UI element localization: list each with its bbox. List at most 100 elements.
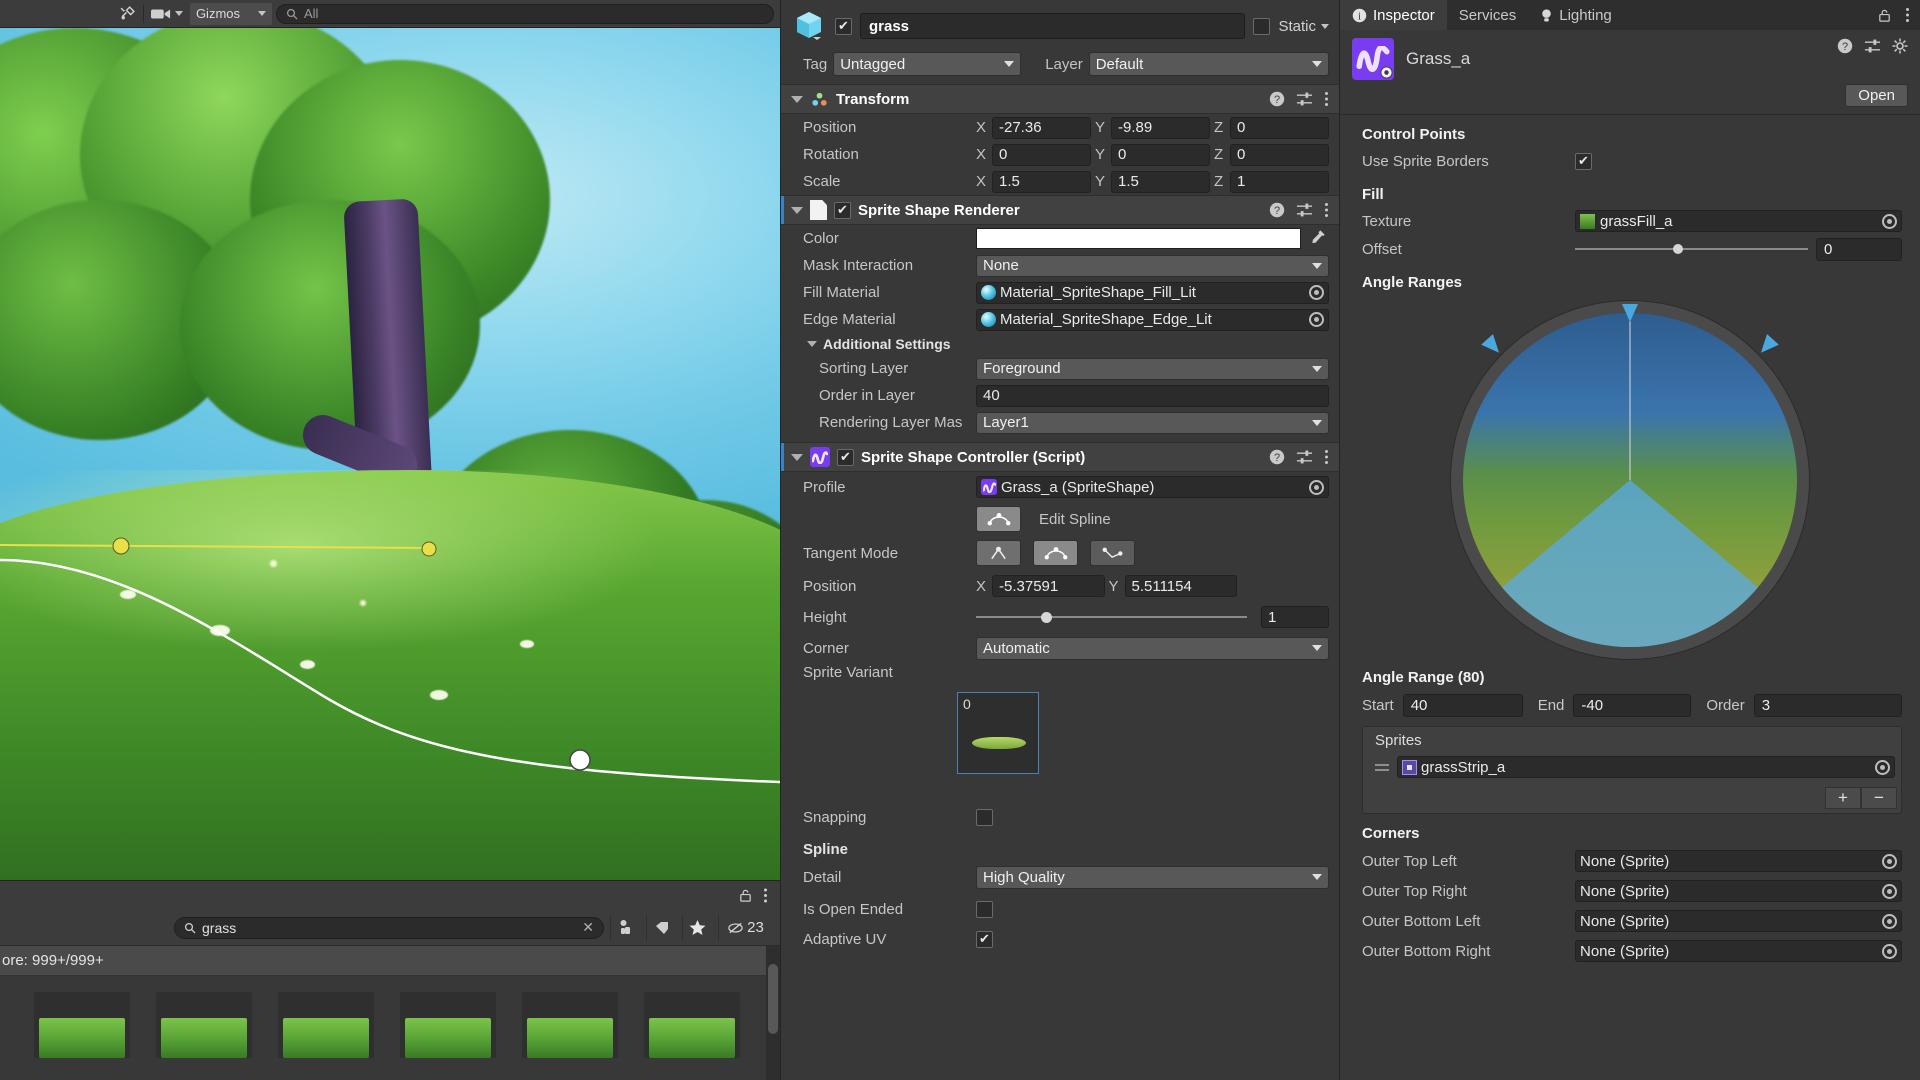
- controller-position-y-input[interactable]: 5.511154: [1124, 575, 1237, 597]
- adaptive-uv-checkbox[interactable]: ✔: [976, 930, 993, 948]
- add-sprite-button[interactable]: +: [1825, 787, 1861, 809]
- tools-button[interactable]: [112, 3, 143, 25]
- edit-spline-row[interactable]: Edit Spline: [781, 502, 1339, 536]
- asset-type-filter-icon[interactable]: [610, 914, 640, 941]
- renderer-enabled-checkbox[interactable]: ✔: [834, 201, 851, 219]
- angle-order-input[interactable]: 3: [1753, 693, 1902, 717]
- corner-outer-bottom-right-row[interactable]: Outer Bottom Right None (Sprite): [1340, 936, 1920, 966]
- gear-icon[interactable]: [1892, 38, 1908, 54]
- corner-outer-bottom-left-field[interactable]: None (Sprite): [1575, 910, 1902, 932]
- sprite-variant-row[interactable]: Sprite Variant: [781, 664, 1339, 690]
- project-search-input[interactable]: grass ✕: [174, 916, 604, 939]
- favorite-filter-icon[interactable]: [682, 914, 712, 941]
- tangent-mode-row[interactable]: Tangent Mode: [781, 536, 1339, 570]
- project-toolbar[interactable]: grass ✕ 23: [0, 910, 780, 946]
- is-open-ended-row[interactable]: Is Open Ended: [781, 893, 1339, 925]
- sorting-layer-dropdown[interactable]: Foreground: [976, 357, 1329, 380]
- static-checkbox[interactable]: [1253, 17, 1271, 35]
- gizmos-dropdown[interactable]: Gizmos: [189, 2, 272, 25]
- color-swatch[interactable]: [976, 228, 1301, 249]
- rotation-z-input[interactable]: 0: [1230, 143, 1329, 166]
- preset-icon[interactable]: [1296, 202, 1313, 218]
- scale-x-input[interactable]: 1.5: [992, 170, 1091, 193]
- detail-row[interactable]: Detail High Quality: [781, 861, 1339, 893]
- renderer-fill-material-row[interactable]: Fill Material Material_SpriteShape_Fill_…: [781, 279, 1339, 306]
- angle-start-input[interactable]: 40: [1402, 693, 1523, 717]
- rendering-layer-dropdown[interactable]: Layer1: [976, 411, 1329, 434]
- help-icon[interactable]: ?: [1269, 449, 1285, 465]
- tab-inspector[interactable]: i Inspector: [1340, 0, 1447, 30]
- foldout-icon[interactable]: [791, 95, 803, 103]
- static-dropdown[interactable]: Static: [1278, 18, 1329, 35]
- rotation-x-input[interactable]: 0: [992, 143, 1091, 166]
- open-button[interactable]: Open: [1845, 84, 1908, 107]
- inspector-tabbar[interactable]: i Inspector Services Lighting: [1340, 0, 1920, 30]
- component-header-sprite-shape-renderer[interactable]: ✔ Sprite Shape Renderer ?: [781, 195, 1339, 225]
- profile-object-field[interactable]: Grass_a (SpriteShape): [976, 476, 1329, 498]
- use-sprite-borders-checkbox[interactable]: ✔: [1575, 152, 1592, 170]
- tag-dropdown[interactable]: Untagged: [833, 52, 1022, 76]
- kebab-menu-icon[interactable]: [1905, 7, 1910, 23]
- drag-handle-icon[interactable]: [1375, 763, 1389, 771]
- transform-rotation-row[interactable]: Rotation X 0 Y 0 Z 0: [781, 141, 1339, 168]
- component-header-sprite-shape-controller[interactable]: ✔ Sprite Shape Controller (Script) ?: [781, 442, 1339, 472]
- height-row[interactable]: Height 1: [781, 602, 1339, 632]
- linear-tangent-icon[interactable]: [976, 540, 1021, 566]
- controller-enabled-checkbox[interactable]: ✔: [837, 448, 854, 466]
- asset-store-row[interactable]: ore: 999+/999+: [0, 946, 780, 976]
- preset-icon[interactable]: [1296, 449, 1313, 465]
- sprite-variant-box[interactable]: 0: [957, 692, 1039, 774]
- object-picker-icon[interactable]: [1882, 853, 1897, 869]
- help-icon[interactable]: ?: [1269, 202, 1285, 218]
- eyedropper-icon[interactable]: [1307, 229, 1329, 248]
- sorting-layer-row[interactable]: Sorting Layer Foreground: [781, 355, 1339, 382]
- transform-scale-row[interactable]: Scale X 1.5 Y 1.5 Z 1: [781, 168, 1339, 195]
- offset-slider[interactable]: [1575, 238, 1808, 260]
- broken-tangent-icon[interactable]: [1090, 540, 1135, 566]
- height-slider[interactable]: [976, 606, 1247, 628]
- controller-position-x-input[interactable]: -5.37591: [992, 575, 1105, 597]
- angle-end-input[interactable]: -40: [1573, 693, 1692, 717]
- fill-offset-row[interactable]: Offset 0: [1340, 235, 1920, 263]
- renderer-mask-interaction-row[interactable]: Mask Interaction None: [781, 252, 1339, 279]
- kebab-menu-icon[interactable]: [1324, 202, 1329, 218]
- lock-icon[interactable]: [1877, 8, 1892, 23]
- asset-tile[interactable]: [156, 992, 252, 1080]
- asset-tile[interactable]: [400, 992, 496, 1080]
- asset-grid[interactable]: [0, 946, 780, 1080]
- preset-icon[interactable]: [1296, 91, 1313, 107]
- object-picker-icon[interactable]: [1309, 285, 1324, 300]
- object-picker-icon[interactable]: [1309, 312, 1324, 327]
- scale-y-input[interactable]: 1.5: [1111, 170, 1210, 193]
- detail-dropdown[interactable]: High Quality: [976, 865, 1329, 889]
- mask-interaction-dropdown[interactable]: None: [976, 254, 1329, 277]
- label-filter-icon[interactable]: [646, 914, 676, 941]
- profile-row[interactable]: Profile Grass_a (SpriteShape): [781, 472, 1339, 502]
- order-in-layer-row[interactable]: Order in Layer 40: [781, 382, 1339, 409]
- renderer-edge-material-row[interactable]: Edge Material Material_SpriteShape_Edge_…: [781, 306, 1339, 333]
- rendering-layer-mask-row[interactable]: Rendering Layer Mas Layer1: [781, 409, 1339, 436]
- controller-position-row[interactable]: Position X -5.37591 Y 5.511154: [781, 570, 1339, 602]
- position-z-input[interactable]: 0: [1230, 116, 1329, 139]
- angle-range-handle-start[interactable]: [1481, 334, 1505, 358]
- offset-input[interactable]: 0: [1816, 237, 1902, 261]
- corner-outer-top-left-field[interactable]: None (Sprite): [1575, 850, 1902, 872]
- sprite-object-field[interactable]: grassStrip_a: [1397, 756, 1895, 778]
- snapping-row[interactable]: Snapping: [781, 796, 1339, 838]
- transform-position-row[interactable]: Position X -27.36 Y -9.89 Z 0: [781, 114, 1339, 141]
- asset-grid-scrollbar[interactable]: [766, 946, 780, 1080]
- remove-sprite-button[interactable]: −: [1861, 787, 1897, 809]
- corner-outer-top-left-row[interactable]: Outer Top Left None (Sprite): [1340, 846, 1920, 876]
- rotation-y-input[interactable]: 0: [1111, 143, 1210, 166]
- camera-button[interactable]: [144, 3, 190, 25]
- use-sprite-borders-row[interactable]: Use Sprite Borders ✔: [1340, 147, 1920, 175]
- additional-settings-foldout[interactable]: Additional Settings: [781, 333, 1339, 355]
- angle-range-fields-row[interactable]: Start 40 End -40 Order 3: [1340, 690, 1920, 720]
- kebab-menu-icon[interactable]: [1324, 449, 1329, 465]
- corner-outer-top-right-field[interactable]: None (Sprite): [1575, 880, 1902, 902]
- object-picker-icon[interactable]: [1882, 213, 1897, 229]
- scale-z-input[interactable]: 1: [1230, 170, 1329, 193]
- edge-material-object-field[interactable]: Material_SpriteShape_Edge_Lit: [976, 308, 1329, 331]
- snapping-checkbox[interactable]: [976, 808, 993, 826]
- height-input[interactable]: 1: [1261, 606, 1329, 628]
